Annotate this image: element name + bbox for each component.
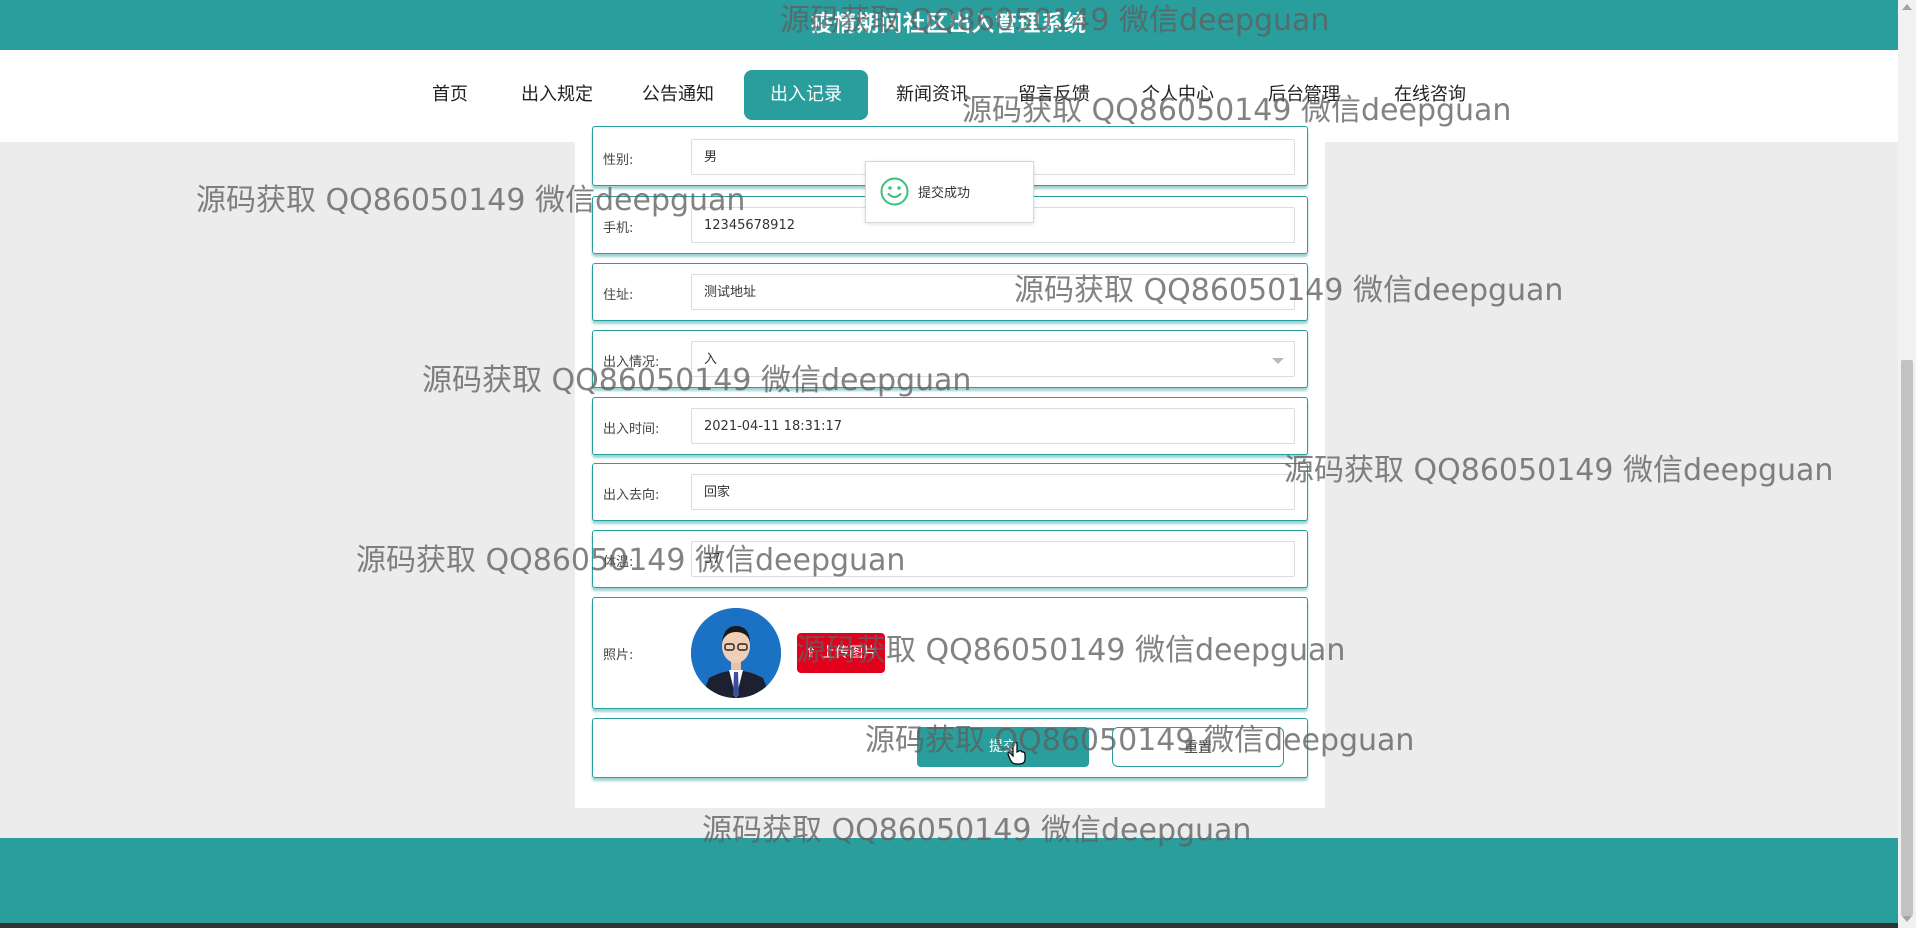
nav-item-feedback[interactable]: 留言反馈 (1008, 70, 1100, 120)
status-select[interactable]: 入 (691, 341, 1295, 377)
nav-item-consult[interactable]: 在线咨询 (1384, 70, 1476, 120)
phone-label: 手机: (603, 221, 634, 236)
toast-message: 提交成功 (918, 186, 971, 201)
nav-item-home[interactable]: 首页 (420, 70, 480, 120)
nav-item-profile[interactable]: 个人中心 (1132, 70, 1224, 120)
hand-cursor-icon (1007, 741, 1026, 765)
nav-item-records[interactable]: 出入记录 (744, 70, 868, 120)
status-label: 出入情况: (603, 355, 660, 370)
nav-item-admin[interactable]: 后台管理 (1258, 70, 1350, 120)
temperature-row: 体温: 37 (592, 530, 1308, 588)
reset-button[interactable]: 重置 (1112, 727, 1284, 767)
address-field[interactable]: 测试地址 (691, 274, 1295, 310)
address-label: 住址: (603, 288, 634, 303)
nav-item-rules[interactable]: 出入规定 (512, 70, 602, 120)
person-portrait-icon (691, 608, 781, 698)
status-row: 出入情况: 入 (592, 330, 1308, 388)
upload-icon: ⇪ (804, 645, 822, 661)
photo-label: 照片: (603, 648, 634, 663)
site-title: 疫情期间社区出入管理系统 (810, 12, 1087, 37)
gender-label: 性别: (603, 153, 634, 168)
destination-label: 出入去向: (603, 488, 660, 503)
nav-item-news[interactable]: 新闻资讯 (886, 70, 978, 120)
footer (0, 838, 1898, 923)
temperature-field[interactable]: 37 (691, 541, 1295, 577)
watermark: 源码获取 QQ86050149 微信deepguan (1284, 453, 1834, 488)
status-select-value: 入 (704, 352, 718, 367)
scroll-thumb[interactable] (1901, 360, 1913, 916)
actions-row: 提交 重置 (592, 718, 1308, 778)
smiley-icon (880, 177, 909, 206)
address-row: 住址: 测试地址 (592, 263, 1308, 321)
scroll-up-icon[interactable] (1902, 4, 1912, 10)
photo-row: 照片: ⇪ 上传图片 (592, 597, 1308, 709)
page-scrollbar[interactable] (1898, 0, 1916, 928)
success-toast: 提交成功 (865, 161, 1034, 223)
submit-button[interactable]: 提交 (917, 727, 1089, 767)
destination-field[interactable]: 回家 (691, 474, 1295, 510)
destination-row: 出入去向: 回家 (592, 463, 1308, 521)
time-label: 出入时间: (603, 422, 660, 437)
upload-photo-label: 上传图片 (821, 645, 878, 661)
time-row: 出入时间: 2021-04-11 18:31:17 (592, 397, 1308, 455)
scroll-down-icon[interactable] (1902, 916, 1912, 922)
bottom-strip (0, 923, 1898, 928)
avatar-photo (691, 608, 781, 698)
time-field[interactable]: 2021-04-11 18:31:17 (691, 408, 1295, 444)
chevron-down-icon (1272, 358, 1284, 364)
temperature-label: 体温: (603, 555, 634, 570)
nav-item-notices[interactable]: 公告通知 (632, 70, 724, 120)
upload-photo-button[interactable]: ⇪ 上传图片 (797, 633, 885, 673)
